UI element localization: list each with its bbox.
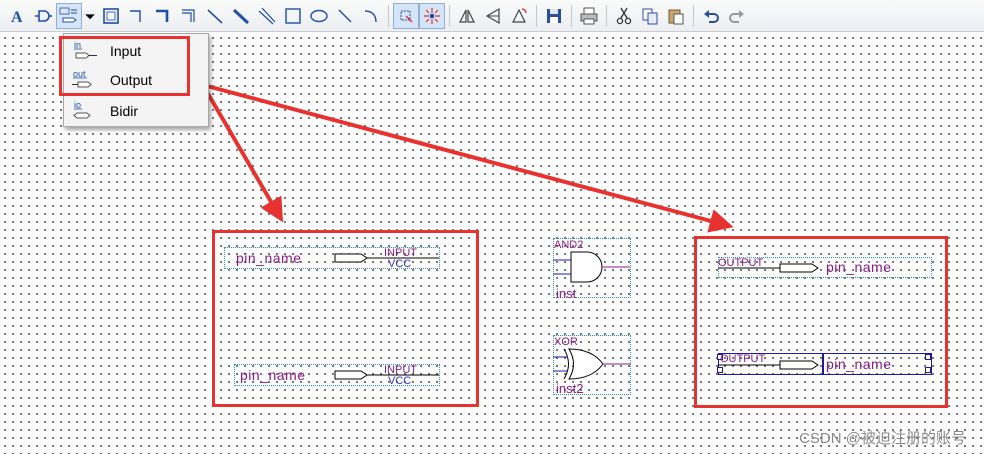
- input-pin[interactable]: pin_name INPUT VCC: [234, 364, 444, 388]
- pin-vcc-label: VCC: [388, 375, 412, 387]
- selection-divider: [822, 353, 824, 375]
- menu-item-bidir[interactable]: io Bidir: [64, 97, 208, 125]
- and-gate-symbol: [553, 251, 630, 283]
- output-pin-symbol: [718, 263, 819, 273]
- pin-vcc-label: VCC: [388, 258, 412, 270]
- menu-highlight-box: [59, 36, 190, 96]
- and2-gate[interactable]: AND2 inst: [553, 238, 633, 301]
- selection-handle[interactable]: [925, 367, 931, 373]
- selection-handle[interactable]: [925, 354, 931, 360]
- svg-text:io: io: [74, 100, 81, 110]
- output-pin[interactable]: OUTPUT pin_name: [718, 257, 934, 279]
- gate-instance-label: inst2: [556, 381, 584, 396]
- output-pin-selected[interactable]: OUTPUT pin_name: [717, 353, 934, 377]
- gate-instance-label: inst: [556, 286, 577, 301]
- watermark: CSDN @被迫注册的账号: [799, 430, 966, 447]
- menu-item-label: Bidir: [110, 103, 139, 119]
- pin-name-label: pin_name: [240, 367, 306, 383]
- arrow-to-input-pins: [205, 90, 284, 223]
- arrow-to-output-pins: [206, 84, 734, 233]
- pin-name-label: pin_name: [826, 356, 892, 372]
- pin-name-label: pin_name: [826, 259, 892, 275]
- bidir-pin-icon: io: [73, 100, 91, 119]
- input-pin[interactable]: pin_name INPUT VCC: [224, 247, 442, 271]
- output-pin-symbol: [718, 360, 819, 370]
- pin-name-label: pin_name: [236, 250, 302, 266]
- xor-gate-symbol: [553, 348, 631, 380]
- xor-gate[interactable]: XOR inst2: [553, 335, 633, 397]
